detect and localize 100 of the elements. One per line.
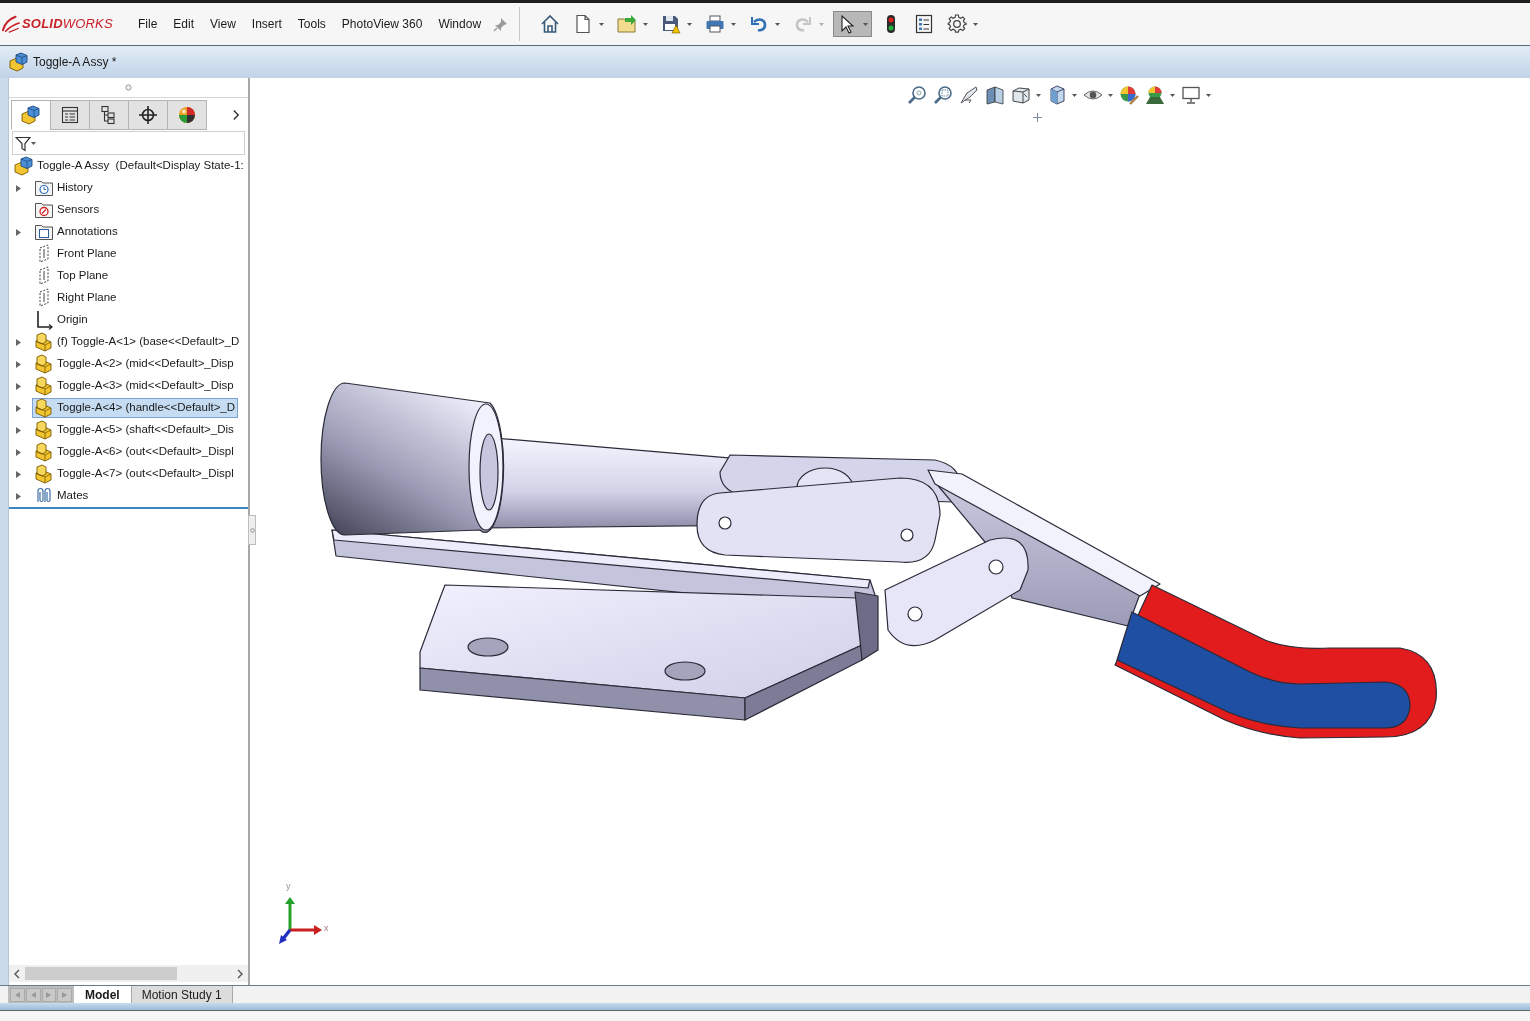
caret-icon xyxy=(973,22,979,26)
color-ball-icon xyxy=(1145,85,1165,105)
document-title: Toggle-A Assy * xyxy=(33,54,117,71)
triangle-left-icon xyxy=(30,991,36,998)
tree-item[interactable]: History xyxy=(32,178,96,198)
tree-item[interactable]: Toggle-A<3> (mid<<Default>_Disp xyxy=(32,376,237,396)
scroll-right-icon xyxy=(236,968,244,979)
two-panel-icon xyxy=(985,85,1005,105)
tree-item[interactable]: Annotations xyxy=(32,222,121,242)
crosshair-icon xyxy=(1033,113,1042,122)
origin-axes-icon xyxy=(34,310,54,330)
app-logo: SOLIDWORKS xyxy=(2,14,130,34)
cube-icon xyxy=(1011,85,1031,105)
zoom-to-area-button[interactable] xyxy=(932,84,954,106)
tree-item[interactable]: Mates xyxy=(32,486,92,506)
color-sphere-icon xyxy=(177,105,197,125)
menu-item[interactable]: File xyxy=(132,12,164,36)
display-manager-tab[interactable] xyxy=(167,100,207,130)
assembly-icon xyxy=(9,52,29,72)
dynamic-annotation-button[interactable] xyxy=(1010,84,1042,106)
expand-arrow-icon[interactable] xyxy=(16,404,21,412)
section-view-button[interactable] xyxy=(984,84,1006,106)
previous-view-button[interactable] xyxy=(958,84,980,106)
tree-item[interactable]: Toggle-A<5> (shaft<<Default>_Dis xyxy=(32,420,237,440)
tree-item[interactable]: Right Plane xyxy=(32,288,120,308)
part-icon xyxy=(34,420,54,440)
folder-arrow-icon xyxy=(617,14,638,34)
tree-item[interactable]: (f) Toggle-A<1> (base<<Default>_D xyxy=(32,332,243,352)
dimxpert-tab[interactable] xyxy=(128,100,168,130)
redo-arrow-icon xyxy=(793,14,814,34)
menu-item[interactable]: Insert xyxy=(245,12,288,36)
tree-item[interactable]: Front Plane xyxy=(32,244,120,264)
grip-icon xyxy=(249,527,255,533)
triangle-right-icon xyxy=(62,991,68,998)
tree-item[interactable]: Sensors xyxy=(32,200,103,220)
apply-scene-button[interactable] xyxy=(1144,84,1176,106)
select-button[interactable] xyxy=(833,11,873,37)
part-icon xyxy=(34,464,54,484)
expand-arrow-icon[interactable] xyxy=(16,360,21,368)
menu-item[interactable]: View xyxy=(204,12,242,36)
expand-arrow-icon[interactable] xyxy=(16,184,21,192)
feature-tree-tab[interactable] xyxy=(11,100,51,130)
scroll-left-icon xyxy=(13,968,21,979)
property-manager-tab[interactable] xyxy=(50,100,90,130)
annotation-folder-icon xyxy=(34,222,54,242)
caret-icon xyxy=(643,22,649,26)
monitor-icon xyxy=(1181,85,1201,105)
menu-item[interactable]: Tools xyxy=(291,12,332,36)
display-settings-button[interactable] xyxy=(1180,84,1212,106)
caret-icon xyxy=(1072,93,1077,97)
graphics-area[interactable]: y x xyxy=(250,78,1530,985)
magnifier-icon xyxy=(933,85,953,105)
expand-arrow-icon[interactable] xyxy=(16,448,21,456)
expand-arrow-icon[interactable] xyxy=(16,382,21,390)
tree-item[interactable]: Toggle-A<2> (mid<<Default>_Disp xyxy=(32,354,237,374)
tree-item[interactable]: Toggle-A<6> (out<<Default>_Displ xyxy=(32,442,237,462)
sensor-folder-icon xyxy=(34,200,54,220)
expand-arrow-icon[interactable] xyxy=(16,470,21,478)
caret-icon xyxy=(775,22,781,26)
part-icon xyxy=(34,376,54,396)
caret-icon xyxy=(1108,93,1113,97)
axis-label: x xyxy=(324,924,329,933)
menu-item[interactable]: Window xyxy=(432,12,488,36)
bottom-tab[interactable]: Motion Study 1 xyxy=(131,986,233,1003)
horizontal-scrollbar[interactable] xyxy=(9,965,248,982)
tree-item[interactable]: Top Plane xyxy=(32,266,112,286)
axis-label: y xyxy=(286,882,291,891)
panel-collapse-handle[interactable] xyxy=(248,515,256,545)
expand-arrow-icon[interactable] xyxy=(16,228,21,236)
bottom-tab[interactable]: Model xyxy=(74,986,132,1003)
triangle-left-icon xyxy=(14,991,20,998)
filter-field[interactable] xyxy=(12,131,245,155)
menu-item[interactable]: Edit xyxy=(167,12,201,36)
assembly-icon xyxy=(21,105,41,125)
printer-icon xyxy=(705,14,726,34)
tree-item[interactable]: Toggle-A Assy (Default<Display State-1: xyxy=(12,156,247,176)
expand-arrow-icon[interactable] xyxy=(16,492,21,500)
list-icon xyxy=(60,105,80,125)
crosshair-icon xyxy=(138,105,158,125)
caret-icon xyxy=(819,22,825,26)
splitter-grip-icon[interactable] xyxy=(125,84,132,91)
expand-arrow-icon[interactable] xyxy=(16,338,21,346)
caret-icon xyxy=(1036,93,1041,97)
history-folder-icon xyxy=(34,178,54,198)
scrollbar-thumb[interactable] xyxy=(25,967,177,980)
pen-icon xyxy=(959,85,979,105)
caret-icon xyxy=(31,141,36,145)
zoom-to-fit-button[interactable] xyxy=(906,84,928,106)
menu-item[interactable]: PhotoView 360 xyxy=(335,12,429,36)
caret-icon xyxy=(1170,93,1175,97)
tree-item[interactable]: Toggle-A<4> (handle<<Default>_D xyxy=(32,398,239,418)
caret-icon xyxy=(731,22,737,26)
tree-item[interactable]: Toggle-A<7> (out<<Default>_Displ xyxy=(32,464,237,484)
chevron-right-icon xyxy=(232,109,240,121)
part-icon xyxy=(34,354,54,374)
tree-item[interactable]: Origin xyxy=(32,310,91,330)
swoosh-logo-icon xyxy=(2,15,20,33)
expand-arrow-icon[interactable] xyxy=(16,426,21,434)
edit-appearance-button[interactable] xyxy=(1118,84,1140,106)
configuration-tab[interactable] xyxy=(89,100,129,130)
